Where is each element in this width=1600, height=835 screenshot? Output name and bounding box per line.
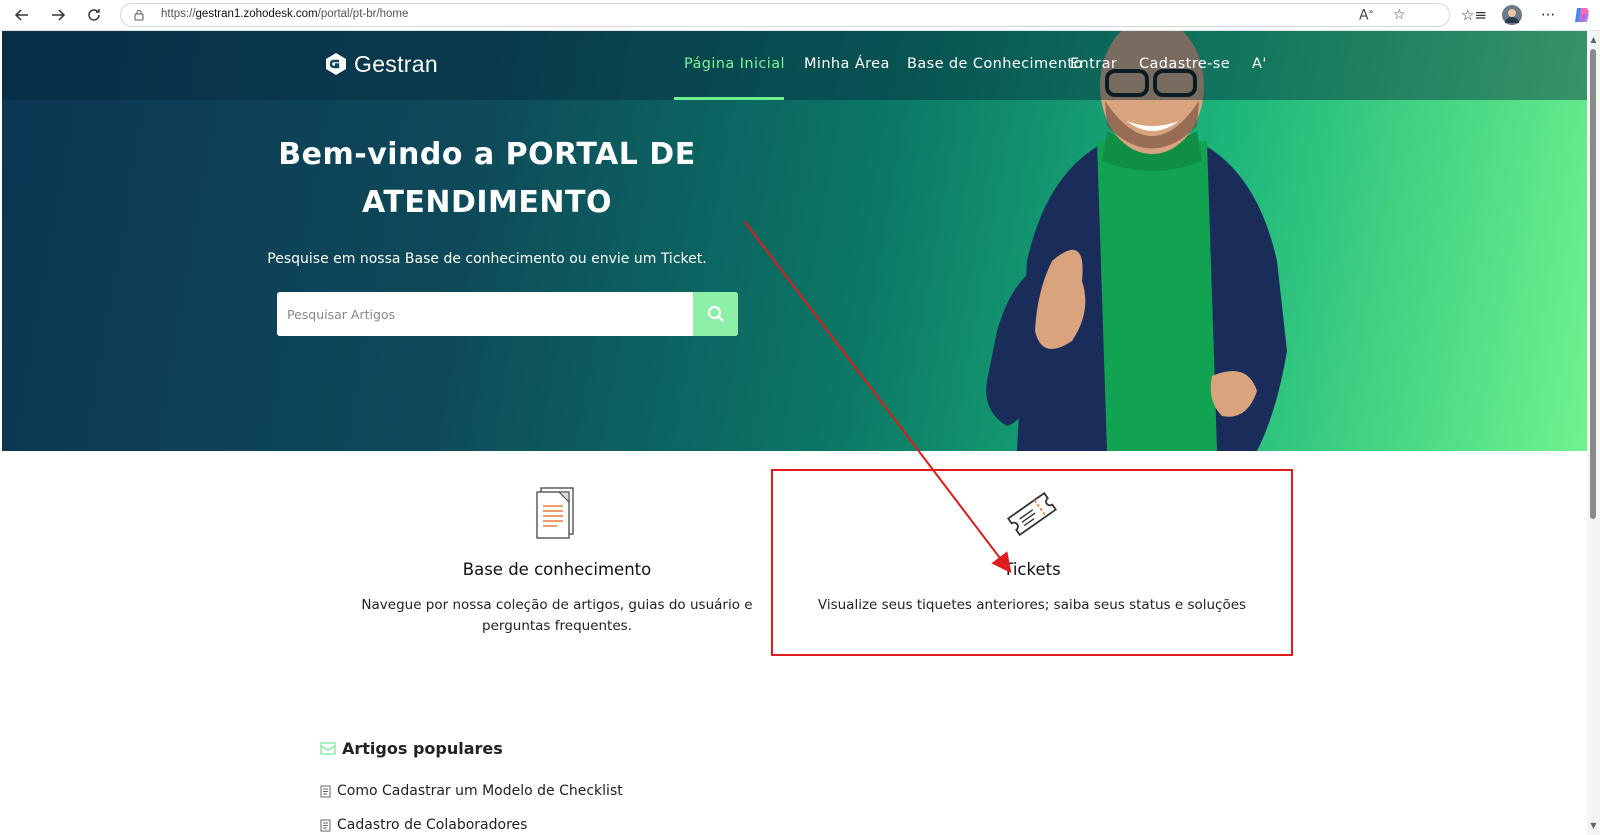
annotation-highlight-box [771, 469, 1293, 656]
knowledge-base-desc: Navegue por nossa coleção de artigos, gu… [361, 597, 753, 634]
nav-sign-up[interactable]: Cadastre-se [1139, 56, 1230, 72]
nav-sign-in[interactable]: Entrar [1070, 56, 1117, 72]
site-header: Gestran Página Inicial Minha Área Base d… [2, 31, 1587, 100]
document-icon [536, 487, 574, 539]
gestran-logo-icon [326, 53, 346, 75]
browser-toolbar: https://gestran1.zohodesk.com/portal/pt-… [0, 0, 1600, 31]
help-portal: Gestran Página Inicial Minha Área Base d… [2, 31, 1587, 835]
avatar[interactable] [1500, 3, 1524, 27]
copilot-icon[interactable] [1570, 3, 1594, 27]
more-icon[interactable]: ··· [1536, 3, 1560, 27]
nav-knowledge-base[interactable]: Base de Conhecimento [907, 56, 1083, 72]
knowledge-base-title: Base de conhecimento [462, 560, 652, 579]
reload-icon[interactable] [82, 3, 106, 27]
lock-icon [134, 10, 144, 21]
article-doc-icon [320, 819, 331, 831]
search-input[interactable] [277, 292, 693, 336]
star-icon[interactable]: ☆ [1393, 7, 1406, 23]
search-box [277, 292, 738, 336]
hero-title-line1: Bem-vindo a PORTAL DE [278, 137, 696, 172]
article-doc-icon [320, 785, 331, 797]
logo-text: Gestran [354, 50, 438, 77]
hero-subtitle: Pesquise em nossa Base de conhecimento o… [267, 251, 707, 267]
hero-title: Bem-vindo a PORTAL DE ATENDIMENTO [262, 131, 712, 227]
hero-title-line2: ATENDIMENTO [362, 185, 612, 220]
hero-banner: Gestran Página Inicial Minha Área Base d… [2, 31, 1587, 451]
scroll-down-icon[interactable]: ▼ [1589, 821, 1598, 830]
forward-icon[interactable] [46, 3, 70, 27]
article-link[interactable]: Cadastro de Colaboradores [320, 817, 527, 833]
scroll-up-icon[interactable]: ▲ [1589, 35, 1598, 44]
gestran-logo[interactable]: Gestran [322, 50, 438, 78]
address-bar[interactable]: https://gestran1.zohodesk.com/portal/pt-… [120, 3, 1450, 27]
page-scrollbar[interactable]: ▲ ▼ [1587, 31, 1600, 835]
scrollbar-thumb[interactable] [1590, 49, 1596, 519]
nav-home[interactable]: Página Inicial [684, 56, 785, 72]
article-link[interactable]: Como Cadastrar um Modelo de Checklist [320, 783, 623, 799]
nav-my-area[interactable]: Minha Área [804, 56, 890, 72]
back-icon[interactable] [10, 3, 34, 27]
favorites-icon[interactable]: ☆≡ [1461, 3, 1487, 27]
search-icon [707, 305, 724, 322]
articles-icon [320, 742, 336, 755]
url-text: https://gestran1.zohodesk.com/portal/pt-… [161, 8, 409, 20]
read-aloud-icon[interactable]: A» [1359, 7, 1373, 24]
nav-font-size[interactable]: A' [1252, 56, 1267, 72]
knowledge-base-card[interactable]: Base de conhecimento Navegue por nossa c… [347, 486, 767, 637]
search-button[interactable] [693, 292, 738, 336]
popular-articles-title: Artigos populares [342, 739, 503, 758]
nav-active-indicator [674, 97, 784, 100]
